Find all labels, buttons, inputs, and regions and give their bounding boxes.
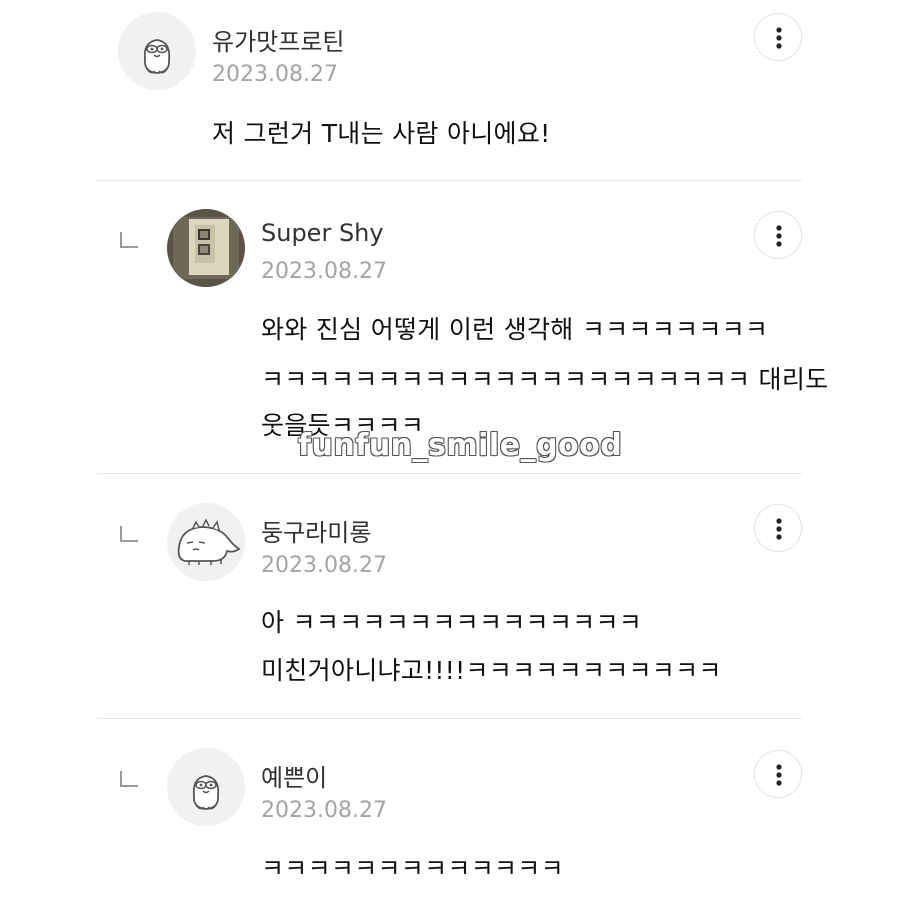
comment-text-line: 미친거아니냐고!!!!ㅋㅋㅋㅋㅋㅋㅋㅋㅋㅋㅋ [261, 656, 722, 685]
reply-arrow-icon [120, 232, 138, 248]
watermark-text: funfun_smile_good [298, 428, 623, 463]
dinosaur-sticker-icon [167, 503, 245, 581]
comment-date: 2023.08.27 [261, 259, 387, 284]
comment-text-line: 아 ㅋㅋㅋㅋㅋㅋㅋㅋㅋㅋㅋㅋㅋㅋㅋ [261, 608, 643, 637]
more-vertical-icon [776, 518, 782, 540]
nickname[interactable]: 예쁜이 [261, 758, 327, 793]
more-vertical-icon [776, 764, 782, 786]
nickname[interactable]: Super Shy [261, 219, 384, 247]
nickname[interactable]: 유가맛프로틴 [212, 22, 344, 57]
more-vertical-icon [776, 27, 782, 49]
comment-text-line: 와와 진심 어떻게 이런 생각해 ㅋㅋㅋㅋㅋㅋㅋㅋ [261, 315, 769, 344]
more-options-button[interactable] [754, 211, 802, 259]
comment-date: 2023.08.27 [261, 798, 387, 823]
comment-date: 2023.08.27 [261, 553, 387, 578]
chick-sticker-icon [118, 12, 196, 90]
comment-divider [97, 718, 802, 719]
chick-sticker-icon [167, 748, 245, 826]
comment-divider [97, 473, 802, 474]
more-options-button[interactable] [754, 750, 802, 798]
comment-date: 2023.08.27 [212, 62, 338, 87]
nickname[interactable]: 둥구라미롱 [261, 513, 371, 548]
reply-arrow-icon [120, 526, 138, 542]
avatar[interactable] [118, 12, 196, 90]
comment-text-line: 저 그런거 T내는 사람 아니에요! [212, 119, 551, 148]
more-options-button[interactable] [754, 504, 802, 552]
comment-text-line: ㅋㅋㅋㅋㅋㅋㅋㅋㅋㅋㅋㅋㅋ [261, 854, 564, 883]
comment-divider [97, 180, 802, 181]
avatar[interactable] [167, 209, 245, 287]
reply-arrow-icon [120, 771, 138, 787]
more-options-button[interactable] [754, 13, 802, 61]
photo-avatar-icon [167, 209, 245, 287]
avatar[interactable] [167, 503, 245, 581]
comment-text-line: ㅋㅋㅋㅋㅋㅋㅋㅋㅋㅋㅋㅋㅋㅋㅋㅋㅋㅋㅋㅋㅋ 대리도 [261, 365, 829, 394]
avatar[interactable] [167, 748, 245, 826]
more-vertical-icon [776, 225, 782, 247]
